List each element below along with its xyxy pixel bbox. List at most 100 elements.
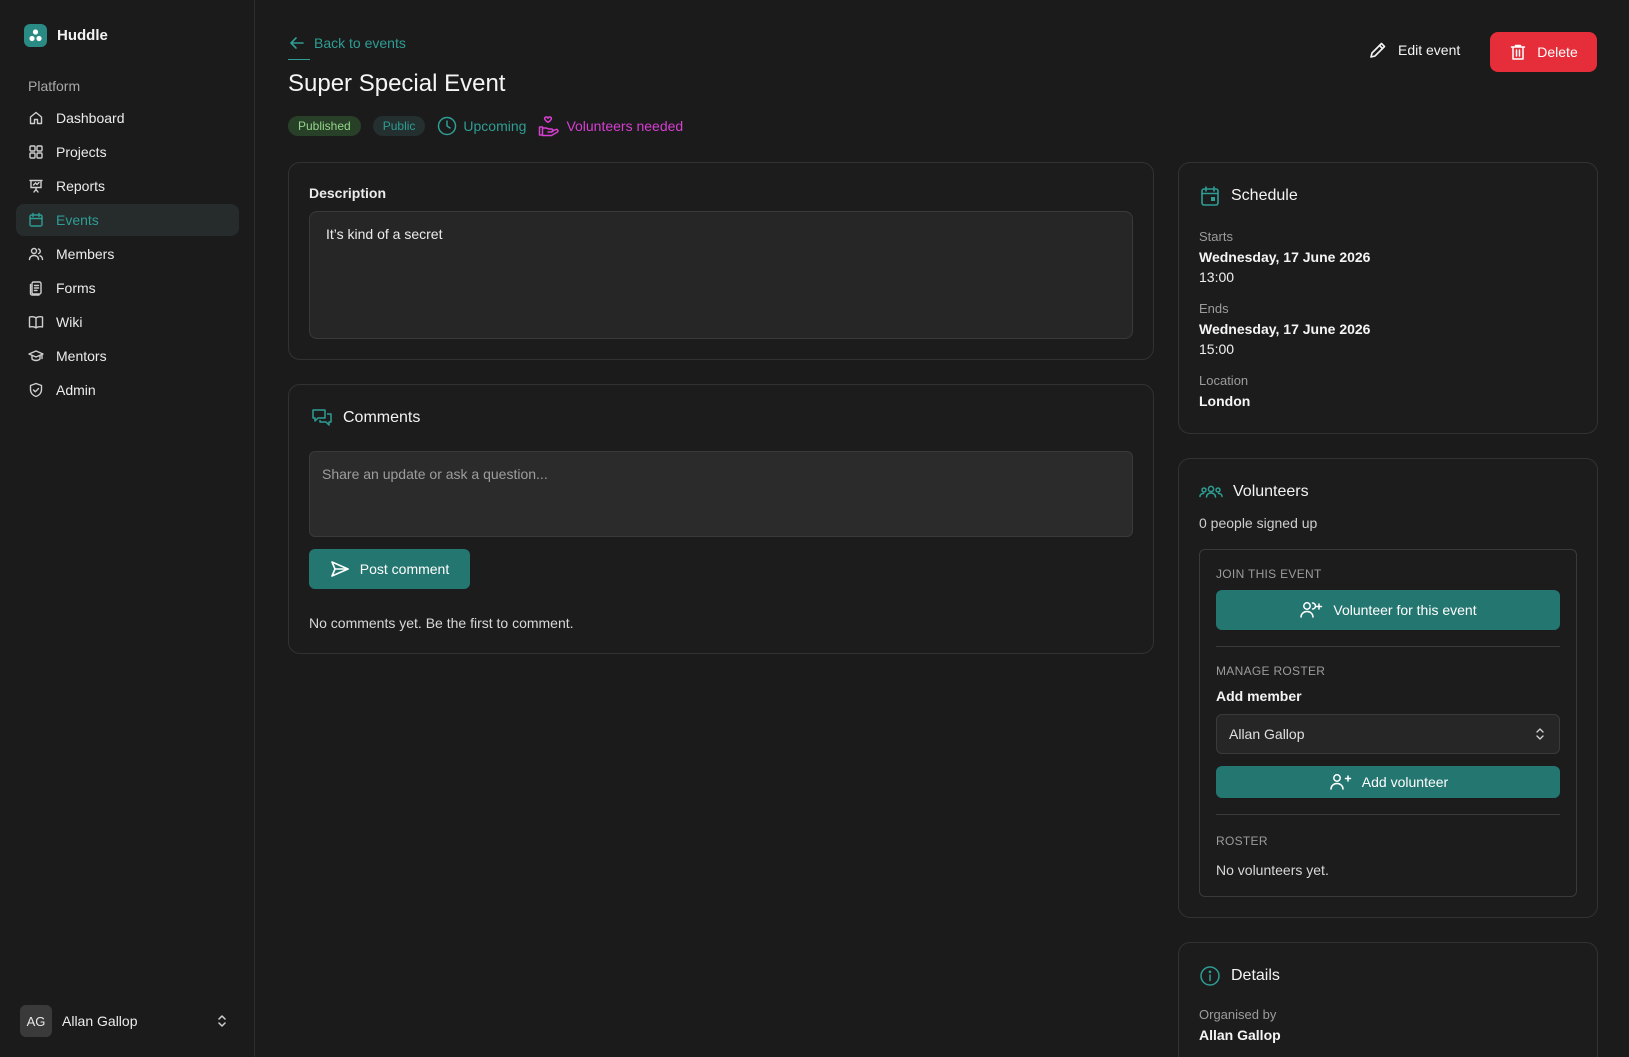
member-select[interactable]: Allan Gallop — [1216, 714, 1560, 754]
sidebar-item-label: Forms — [56, 280, 96, 296]
home-icon — [28, 110, 44, 126]
comments-card: Comments Post comment No comments yet. B… — [288, 384, 1154, 654]
comments-heading: Comments — [311, 407, 420, 429]
grid-icon — [28, 144, 44, 160]
details-card: Details Organised by Allan Gallop — [1178, 942, 1598, 1057]
graduation-cap-icon — [28, 348, 44, 364]
calendar-icon — [28, 212, 44, 228]
shield-icon — [28, 382, 44, 398]
user-menu[interactable]: AG Allan Gallop — [20, 1005, 230, 1037]
sidebar-item-forms[interactable]: Forms — [16, 272, 239, 304]
sidebar-item-events[interactable]: Events — [16, 204, 239, 236]
edit-event-button[interactable]: Edit event — [1368, 36, 1460, 64]
ends-field: Ends Wednesday, 17 June 2026 15:00 — [1199, 301, 1370, 359]
clock-icon — [437, 116, 457, 136]
organiser-name: Allan Gallop — [1199, 1027, 1281, 1043]
details-heading: Details — [1199, 965, 1280, 987]
forms-icon — [28, 280, 44, 296]
volunteers-card: Volunteers 0 people signed up JOIN THIS … — [1178, 458, 1598, 918]
description-card: Description It’s kind of a secret — [288, 162, 1154, 360]
user-plus-icon — [1299, 600, 1323, 620]
volunteer-count: 0 people signed up — [1199, 515, 1318, 531]
volunteer-for-event-button[interactable]: Volunteer for this event — [1216, 590, 1560, 630]
join-heading: JOIN THIS EVENT — [1216, 567, 1322, 581]
status-badge-published: Published — [288, 116, 361, 136]
schedule-title: Schedule — [1231, 187, 1298, 204]
arrow-left-icon — [288, 34, 306, 52]
volunteer-panel: JOIN THIS EVENT Volunteer for this event… — [1199, 549, 1577, 897]
sidebar-item-projects[interactable]: Projects — [16, 136, 239, 168]
back-link-underline — [288, 59, 310, 60]
visibility-badge-public: Public — [372, 116, 426, 136]
sidebar-item-admin[interactable]: Admin — [16, 374, 239, 406]
event-tags: Published Public Upcoming Volunteers nee… — [288, 116, 684, 137]
starts-field: Starts Wednesday, 17 June 2026 13:00 — [1199, 229, 1370, 287]
upcoming-tag: Upcoming — [437, 116, 526, 136]
description-text: It’s kind of a secret — [309, 211, 1133, 339]
comments-title: Comments — [343, 409, 421, 426]
organised-by-label: Organised by — [1199, 1007, 1277, 1022]
sidebar-item-mentors[interactable]: Mentors — [16, 340, 239, 372]
back-to-events-link[interactable]: Back to events — [288, 34, 406, 52]
comments-empty-text: No comments yet. Be the first to comment… — [309, 615, 574, 631]
brand[interactable]: Huddle — [24, 24, 108, 47]
ends-time: 15:00 — [1199, 341, 1235, 357]
page-title: Super Special Event — [288, 70, 506, 97]
volunteer-button-label: Volunteer for this event — [1333, 602, 1477, 618]
chevron-up-down-icon — [1533, 726, 1547, 742]
add-member-label: Add member — [1216, 688, 1302, 704]
delete-button[interactable]: Delete — [1490, 32, 1597, 72]
sidebar-item-label: Mentors — [56, 348, 107, 364]
schedule-heading: Schedule — [1199, 185, 1298, 207]
sidebar-item-label: Dashboard — [56, 110, 125, 126]
info-icon — [1199, 965, 1221, 987]
location-label: Location — [1199, 373, 1249, 388]
brand-name: Huddle — [57, 27, 108, 44]
group-icon — [1199, 481, 1223, 503]
sidebar-item-label: Events — [56, 212, 99, 228]
add-volunteer-label: Add volunteer — [1361, 774, 1449, 790]
add-volunteer-button[interactable]: Add volunteer — [1216, 766, 1560, 798]
back-link-label: Back to events — [314, 35, 406, 51]
sidebar-item-label: Admin — [56, 382, 96, 398]
presentation-icon — [28, 178, 44, 194]
send-icon — [330, 559, 350, 579]
sidebar-nav: Dashboard Projects Reports Events Member… — [16, 102, 239, 408]
avatar: AG — [20, 1005, 52, 1037]
sidebar-item-members[interactable]: Members — [16, 238, 239, 270]
section-divider — [1216, 814, 1560, 815]
sidebar-item-label: Members — [56, 246, 115, 262]
sidebar: Huddle Platform Dashboard Projects Repor… — [0, 0, 255, 1057]
member-select-value: Allan Gallop — [1229, 726, 1305, 742]
roster-heading: ROSTER — [1216, 834, 1268, 848]
sidebar-item-dashboard[interactable]: Dashboard — [16, 102, 239, 134]
description-label: Description — [309, 185, 387, 201]
starts-time: 13:00 — [1199, 269, 1235, 285]
users-icon — [28, 246, 44, 262]
location-value: London — [1199, 393, 1251, 409]
schedule-card: Schedule Starts Wednesday, 17 June 2026 … — [1178, 162, 1598, 434]
sidebar-item-label: Reports — [56, 178, 106, 194]
upcoming-label: Upcoming — [463, 118, 527, 134]
volunteers-needed-label: Volunteers needed — [566, 118, 684, 134]
chat-bubbles-icon — [311, 407, 333, 429]
sidebar-item-label: Wiki — [56, 314, 83, 330]
sidebar-item-reports[interactable]: Reports — [16, 170, 239, 202]
sidebar-item-wiki[interactable]: Wiki — [16, 306, 239, 338]
chevron-up-down-icon — [214, 1013, 230, 1029]
starts-date: Wednesday, 17 June 2026 — [1199, 249, 1371, 265]
user-name: Allan Gallop — [62, 1013, 138, 1029]
comment-input[interactable] — [309, 451, 1133, 537]
manage-roster-heading: MANAGE ROSTER — [1216, 664, 1326, 678]
post-comment-label: Post comment — [359, 561, 450, 577]
details-title: Details — [1231, 967, 1280, 984]
delete-label: Delete — [1537, 44, 1578, 60]
user-plus-icon — [1328, 772, 1352, 792]
calendar-icon — [1199, 185, 1221, 207]
roster-empty-text: No volunteers yet. — [1216, 862, 1329, 878]
organiser-field: Organised by Allan Gallop — [1199, 1007, 1281, 1045]
sidebar-section-label: Platform — [28, 78, 81, 94]
ends-date: Wednesday, 17 June 2026 — [1199, 321, 1371, 337]
section-divider — [1216, 646, 1560, 647]
post-comment-button[interactable]: Post comment — [309, 549, 470, 589]
